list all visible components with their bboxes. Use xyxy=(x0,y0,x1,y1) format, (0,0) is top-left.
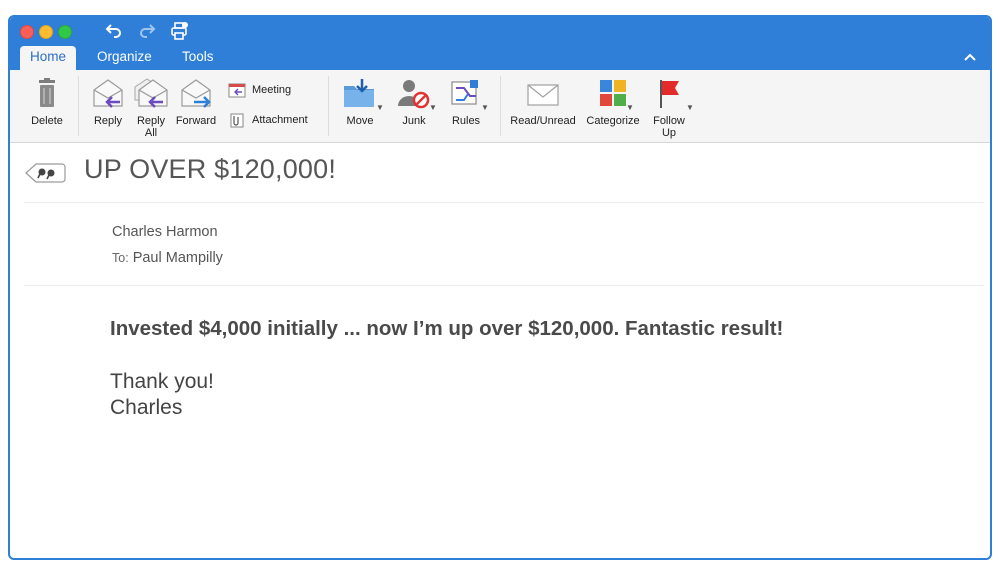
ribbon-separator xyxy=(78,76,79,136)
delete-button[interactable]: Delete xyxy=(24,76,70,127)
junk-icon xyxy=(398,80,430,109)
attachment-label: Attachment xyxy=(252,114,308,126)
reply-all-icon xyxy=(134,78,168,108)
follow-up-button[interactable]: Follow Up xyxy=(647,76,691,139)
rules-label: Rules xyxy=(451,115,481,127)
sender-name[interactable]: Charles Harmon xyxy=(112,224,218,240)
follow-up-label: Follow Up xyxy=(653,115,685,139)
redo-icon[interactable] xyxy=(138,21,156,44)
reply-all-button[interactable]: Reply All xyxy=(131,76,171,139)
categorize-button[interactable]: Categorize xyxy=(582,76,644,127)
ribbon-separator xyxy=(500,76,501,136)
move-label: Move xyxy=(346,115,374,127)
message-subject: UP OVER $120,000! xyxy=(84,154,337,184)
envelope-icon xyxy=(527,84,559,106)
reply-button[interactable]: Reply xyxy=(88,76,128,127)
forward-button[interactable]: Forward xyxy=(173,76,219,127)
rules-button[interactable]: Rules xyxy=(444,76,488,127)
move-folder-icon xyxy=(344,79,374,107)
rules-icon xyxy=(451,80,478,105)
title-bar: Home Organize Tools xyxy=(10,17,990,70)
undo-icon[interactable] xyxy=(105,21,123,44)
mail-window: Home Organize Tools Delete Reply Reply A… xyxy=(8,15,992,560)
meeting-label: Meeting xyxy=(252,84,292,96)
meeting-button[interactable]: Meeting xyxy=(228,82,291,98)
tab-tools[interactable]: Tools xyxy=(172,46,224,70)
meeting-icon xyxy=(228,83,246,98)
move-button[interactable]: Move xyxy=(338,76,382,127)
forward-icon xyxy=(181,79,211,108)
reply-all-label: Reply All xyxy=(136,115,166,139)
tab-home[interactable]: Home xyxy=(20,46,77,70)
recipient-name[interactable]: Paul Mampilly xyxy=(133,250,223,266)
close-window-button[interactable] xyxy=(20,25,34,39)
minimize-window-button[interactable] xyxy=(39,25,53,39)
delete-label: Delete xyxy=(31,115,63,127)
read-unread-label: Read/Unread xyxy=(510,115,576,127)
collapse-ribbon-chevron-icon[interactable] xyxy=(964,48,976,66)
attachment-button[interactable]: Attachment xyxy=(228,112,308,128)
rules-dropdown-arrow-icon[interactable]: ▼ xyxy=(481,103,489,112)
trash-icon xyxy=(39,78,55,107)
header-divider xyxy=(24,202,984,203)
categorize-dropdown-arrow-icon[interactable]: ▼ xyxy=(626,103,634,112)
conversation-icon[interactable] xyxy=(24,162,66,189)
subject-row: UP OVER $120,000! xyxy=(10,142,990,202)
junk-dropdown-arrow-icon[interactable]: ▼ xyxy=(429,103,437,112)
move-dropdown-arrow-icon[interactable]: ▼ xyxy=(376,103,384,112)
message-signature: Charles xyxy=(110,396,183,419)
ribbon-separator xyxy=(328,76,329,136)
flag-icon xyxy=(660,80,679,108)
tab-organize[interactable]: Organize xyxy=(87,46,162,70)
message-body-headline: Invested $4,000 initially ... now I’m up… xyxy=(110,317,784,340)
paperclip-icon xyxy=(230,113,244,128)
message-body-line: Thank you! xyxy=(110,370,214,393)
recipient-line: To: Paul Mampilly xyxy=(112,250,223,266)
reply-label: Reply xyxy=(93,115,123,127)
zoom-window-button[interactable] xyxy=(58,25,72,39)
to-label: To: xyxy=(112,251,129,265)
categorize-label: Categorize xyxy=(586,115,640,127)
junk-button[interactable]: Junk xyxy=(392,76,436,127)
body-divider xyxy=(24,285,984,286)
reply-icon xyxy=(93,79,123,108)
print-icon[interactable] xyxy=(170,21,190,46)
ribbon: Delete Reply Reply All Forward Meeting A… xyxy=(10,70,990,143)
follow-up-dropdown-arrow-icon[interactable]: ▼ xyxy=(686,103,694,112)
junk-label: Junk xyxy=(402,115,426,127)
forward-label: Forward xyxy=(175,115,217,127)
read-unread-button[interactable]: Read/Unread xyxy=(508,76,578,127)
